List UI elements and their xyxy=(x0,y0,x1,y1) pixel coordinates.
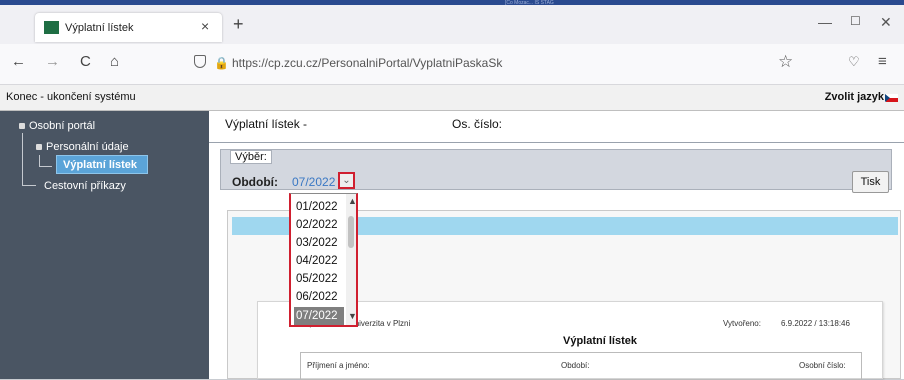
tree-node-icon xyxy=(19,123,25,129)
report-col-name: Příjmení a jméno: xyxy=(307,361,370,370)
favicon-icon xyxy=(44,21,59,34)
dropdown-option[interactable]: 06/2022 xyxy=(294,288,344,306)
tracking-shield-icon[interactable] xyxy=(194,55,206,68)
close-tab-icon[interactable]: × xyxy=(201,18,209,34)
forward-icon[interactable]: → xyxy=(45,53,60,70)
minimize-window-button[interactable]: — xyxy=(818,14,832,30)
dropdown-option[interactable]: 03/2022 xyxy=(294,234,344,252)
menu-icon[interactable]: ≡ xyxy=(878,53,887,70)
period-label: Období: xyxy=(232,175,278,189)
dropdown-option[interactable]: 02/2022 xyxy=(294,216,344,234)
page-title: Výplatní lístek - xyxy=(225,117,308,131)
sidebar-item-cestovni-prikazy[interactable]: Cestovní příkazy xyxy=(44,180,126,192)
browser-toolbar: ← → C ⌂ 🔒 https://cp.zcu.cz/PersonalniPo… xyxy=(0,44,904,85)
close-window-button[interactable]: ✕ xyxy=(880,14,892,31)
address-bar[interactable]: https://cp.zcu.cz/PersonalniPortal/Vypla… xyxy=(232,56,502,70)
tree-node-icon xyxy=(36,144,42,150)
report-created-label: Vytvořeno: xyxy=(723,319,761,328)
sidebar-item-osobni-portal[interactable]: Osobní portál xyxy=(29,120,95,132)
taskbar-strip xyxy=(0,0,904,5)
sidebar: Osobní portál Personální údaje Výplatní … xyxy=(0,111,209,379)
header-divider xyxy=(209,142,904,143)
pocket-icon[interactable]: ♡ xyxy=(848,54,860,70)
language-link[interactable]: Zvolit jazyk xyxy=(825,91,884,103)
reload-icon[interactable]: C xyxy=(80,53,91,70)
tree-line xyxy=(22,185,36,186)
tree-line xyxy=(39,166,52,167)
report-header-table: Příjmení a jméno: Období: Osobní číslo: xyxy=(300,352,862,380)
new-tab-button[interactable]: + xyxy=(233,14,244,35)
tab-title: Výplatní lístek xyxy=(65,22,134,34)
report-col-personal: Osobní číslo: xyxy=(799,361,846,370)
lock-icon[interactable]: 🔒 xyxy=(214,56,229,70)
browser-tab-bar: [Co Mozac... IS STAG Výplatní lístek × +… xyxy=(0,0,904,44)
bookmark-star-icon[interactable]: ☆ xyxy=(778,52,793,72)
logout-link[interactable]: Konec - ukončení systému xyxy=(6,91,136,103)
dropdown-scrollbar[interactable] xyxy=(346,194,356,325)
maximize-window-button[interactable]: ☐ xyxy=(850,14,861,28)
print-button[interactable]: Tisk xyxy=(852,171,889,193)
period-select[interactable]: 07/2022 xyxy=(292,175,335,189)
dropdown-option[interactable]: 04/2022 xyxy=(294,252,344,270)
back-icon[interactable]: ← xyxy=(11,53,26,70)
home-icon[interactable]: ⌂ xyxy=(110,53,119,70)
browser-tab[interactable]: Výplatní lístek × xyxy=(35,13,222,42)
taskbar-strip-text: [Co Mozac... IS STAG xyxy=(505,0,554,5)
sidebar-item-vyplatni-listek[interactable]: Výplatní lístek xyxy=(63,159,137,171)
chevron-down-icon[interactable]: ⌄ xyxy=(338,172,355,189)
scroll-down-icon[interactable]: ▼ xyxy=(348,311,356,321)
czech-flag-triangle xyxy=(885,94,890,102)
scroll-thumb[interactable] xyxy=(348,216,354,248)
app-header: Konec - ukončení systému Zvolit jazyk xyxy=(0,85,904,111)
filter-legend: Výběr: xyxy=(230,150,272,164)
report-col-period: Období: xyxy=(561,361,590,370)
scroll-up-icon[interactable]: ▲ xyxy=(348,196,356,206)
dropdown-option[interactable]: 05/2022 xyxy=(294,270,344,288)
dropdown-option[interactable]: 01/2022 xyxy=(294,198,344,216)
dropdown-option-selected[interactable]: 07/2022 xyxy=(294,307,344,325)
tree-line xyxy=(22,133,23,185)
report-created-value: 6.9.2022 / 13:18:46 xyxy=(781,319,850,328)
report-title: Výplatní lístek xyxy=(563,335,637,347)
sidebar-item-personalni-udaje[interactable]: Personální údaje xyxy=(46,141,129,153)
os-cislo-label: Os. číslo: xyxy=(452,117,503,131)
period-dropdown-list[interactable]: 01/2022 02/2022 03/2022 04/2022 05/2022 … xyxy=(289,193,358,327)
